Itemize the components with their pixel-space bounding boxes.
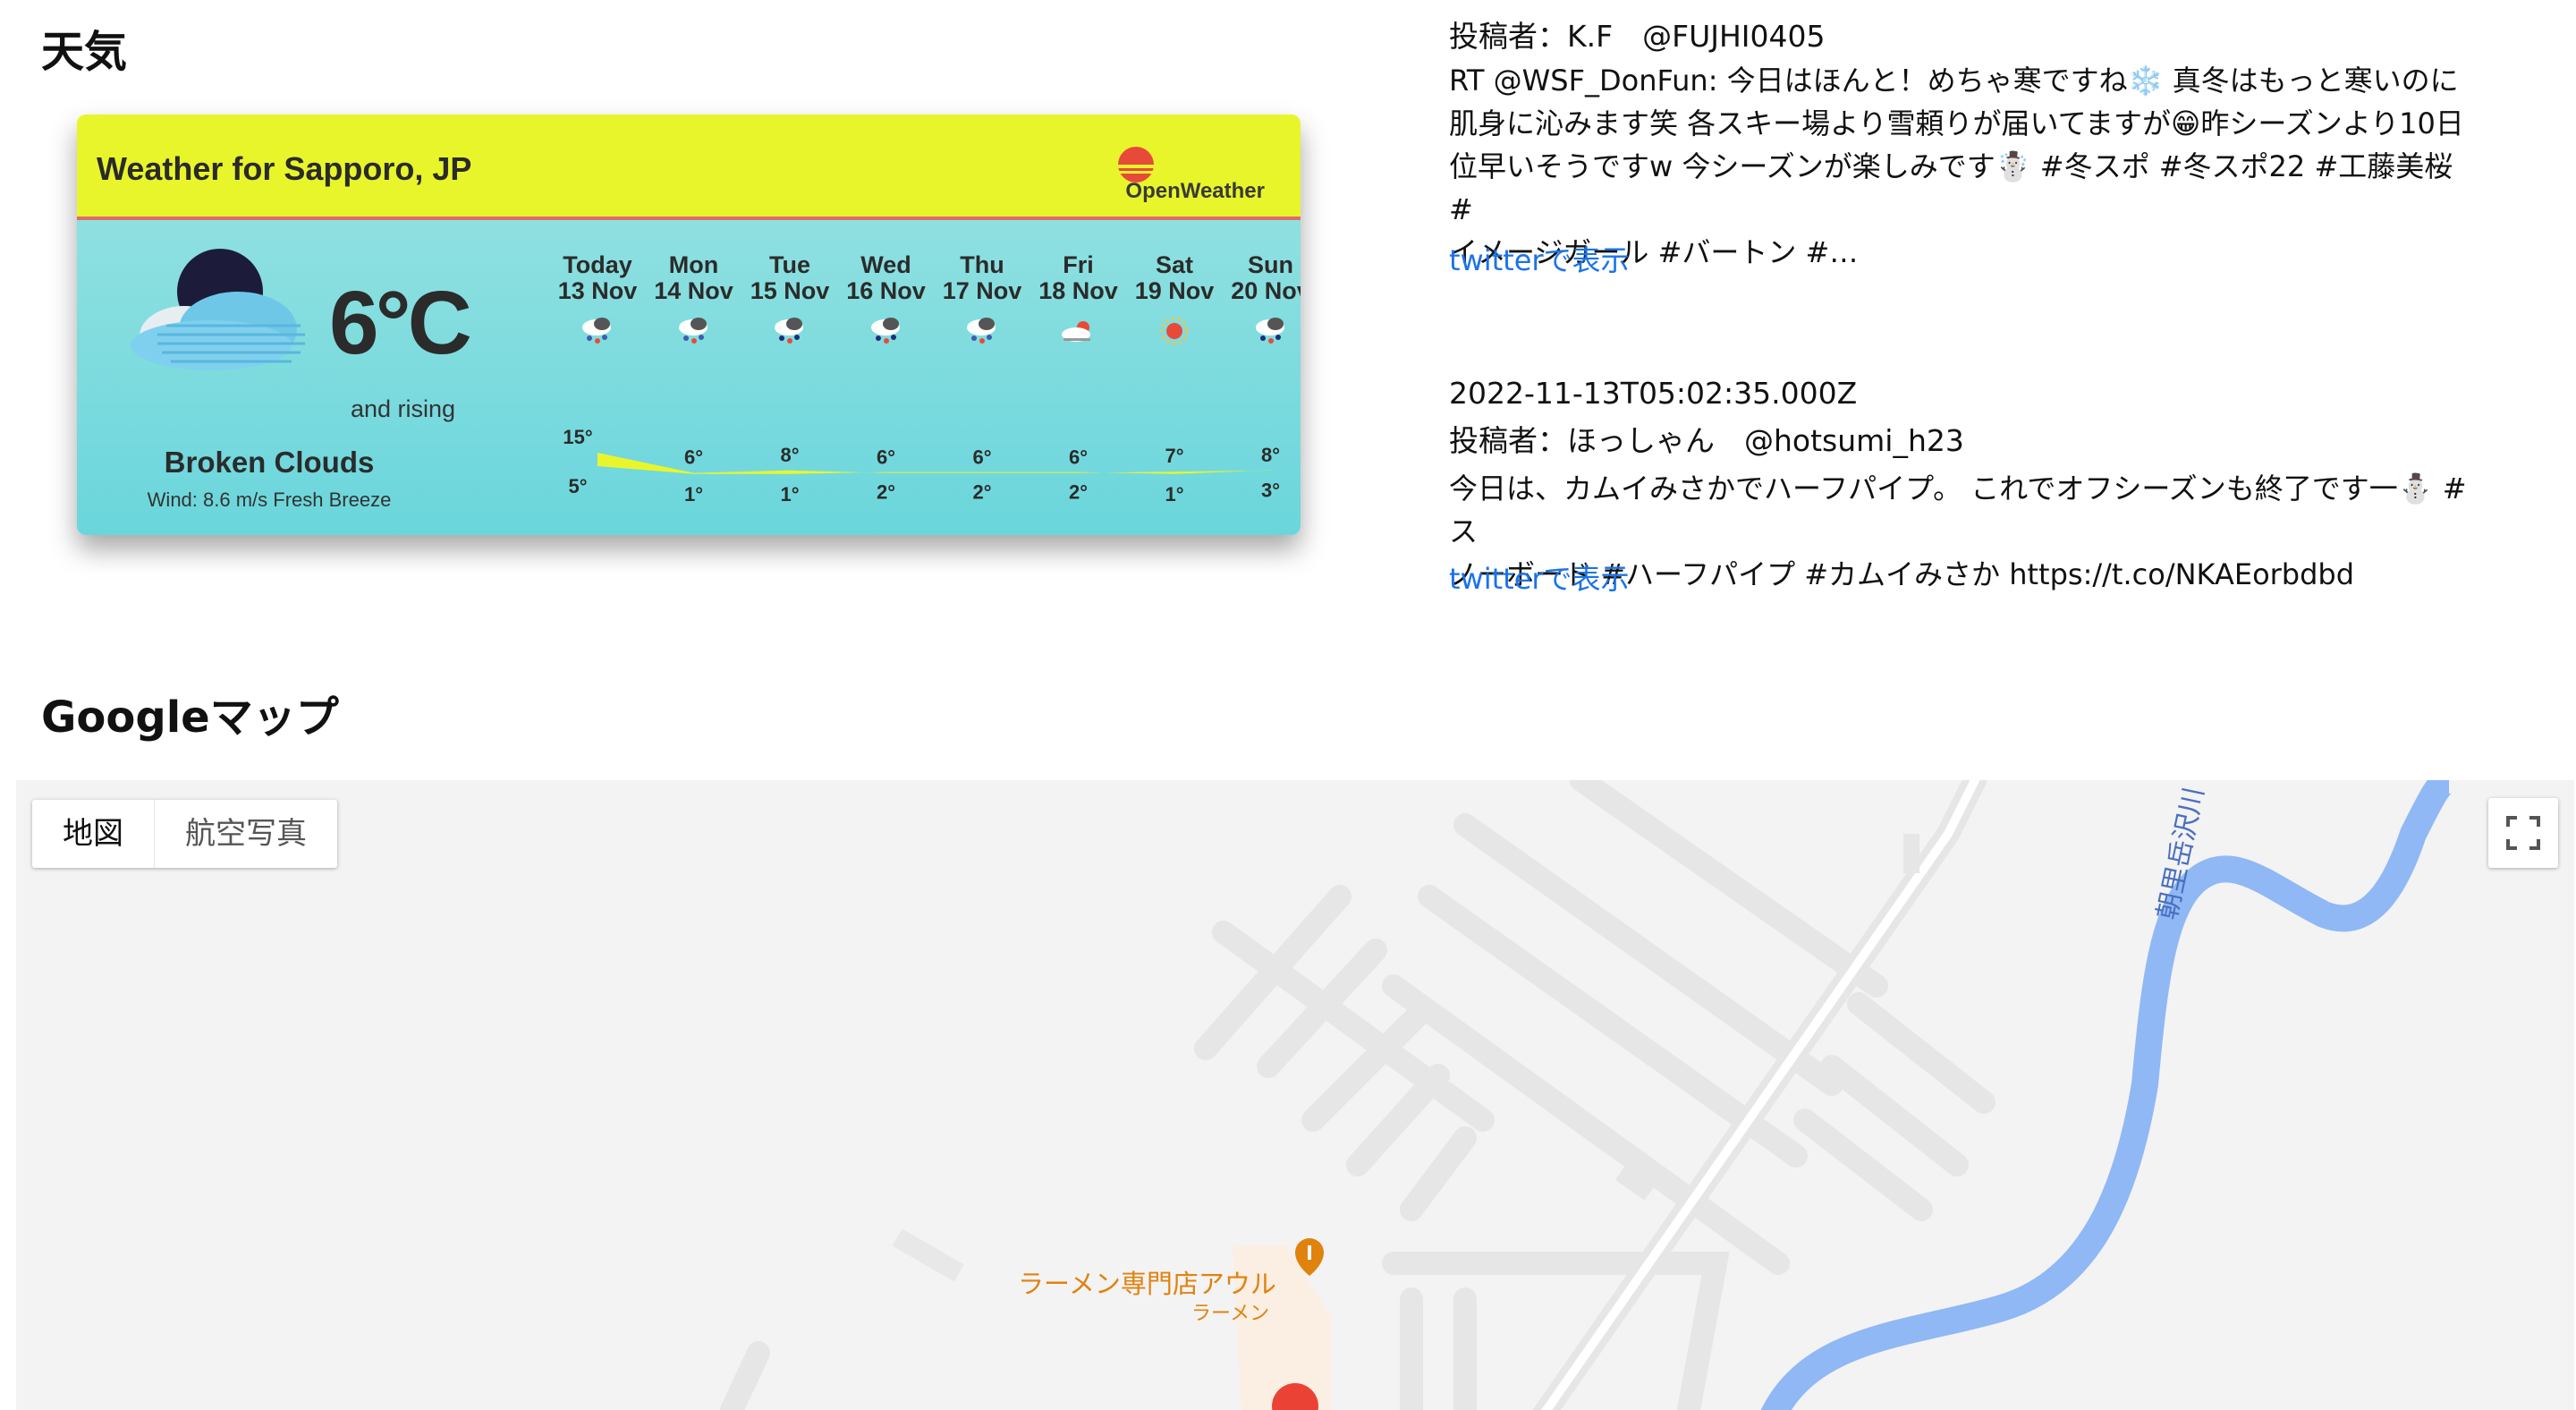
forecast-day: Sun20 Nov xyxy=(1222,252,1301,304)
snow-cloud-icon xyxy=(582,318,611,344)
forecast-day-name: Sat xyxy=(1155,251,1194,278)
forecast-day: Tue 15 Nov xyxy=(741,252,839,304)
forecast-low-temp: 2° xyxy=(972,481,991,504)
forecast-day-date: 20 Nov xyxy=(1231,277,1301,304)
forecast-day-name: Mon xyxy=(668,251,719,278)
forecast-day-name: Wed xyxy=(860,251,911,278)
forecast-low-temp: 5° xyxy=(568,475,587,497)
forecast-day: Today 13 Nov xyxy=(548,252,647,304)
forecast-day-date: 14 Nov xyxy=(654,277,733,304)
forecast-day-name: Fri xyxy=(1063,251,1094,278)
tweet-line: 位早いそうですw 今シーズンが楽しみです☃️ #冬スポ #冬スポ22 #工藤美桜… xyxy=(1449,149,2453,226)
forecast-day-date: 15 Nov xyxy=(750,277,830,304)
satellite-view-button[interactable]: 航空写真 xyxy=(154,800,337,868)
forecast-day-name: Sun xyxy=(1248,251,1293,278)
forecast-day-date: 16 Nov xyxy=(846,277,926,304)
view-on-twitter-link[interactable]: twitterで表示 xyxy=(1449,556,1630,598)
poi-name[interactable]: ラーメン専門店アウル xyxy=(1018,1263,1276,1301)
forecast-day: Wed 16 Nov xyxy=(837,252,936,304)
tweet-author: 投稿者：ほっしゃん @hotsumi_h23 xyxy=(1449,423,1964,458)
forecast-day-date: 19 Nov xyxy=(1134,277,1215,304)
forecast-day: Sat 19 Nov xyxy=(1125,252,1224,304)
rain-cloud-icon xyxy=(870,318,900,344)
weather-widget: Weather for Sapporo, JP OpenWeather 6°C … xyxy=(77,115,1301,535)
map-roads xyxy=(720,780,1996,1410)
forecast-low-temp: 1° xyxy=(684,483,703,505)
weather-section-title: 天気 xyxy=(41,27,128,77)
forecast-day: Fri 18 Nov xyxy=(1030,252,1128,304)
sun-icon xyxy=(1160,317,1189,345)
forecast-high-temp: 7° xyxy=(1165,445,1183,467)
google-map[interactable]: 地図 航空写真 ラーメン専門店アウル ラーメン 朝里岳沢川 xyxy=(16,780,2574,1410)
forecast-day-date: 18 Nov xyxy=(1038,277,1118,304)
poi-category: ラーメン xyxy=(1191,1303,1270,1325)
forecast-high-temp: 15° xyxy=(563,426,592,448)
maps-section-title: Googleマップ xyxy=(41,692,339,743)
rain-cloud-icon xyxy=(775,318,803,344)
snow-cloud-icon xyxy=(967,318,996,344)
forecast-high-temp: 6° xyxy=(1069,446,1088,469)
map-type-control: 地図 航空写真 xyxy=(32,800,337,868)
forecast-day-name: Tue xyxy=(769,251,810,278)
snow-cloud-icon xyxy=(678,318,708,344)
forecast-day: Thu 17 Nov xyxy=(933,252,1031,304)
map-view-button[interactable]: 地図 xyxy=(32,800,154,868)
forecast-low-temp: 1° xyxy=(780,483,799,505)
forecast-high-temp: 6° xyxy=(877,446,895,469)
forecast-low-temp: 3° xyxy=(1261,479,1280,501)
forecast-low-temp: 1° xyxy=(1165,483,1183,505)
forecast-high-temp: 8° xyxy=(780,444,799,466)
forecast-high-temp: 6° xyxy=(972,446,991,469)
forecast-day-name: Thu xyxy=(960,251,1004,278)
forecast-day-name: Today xyxy=(563,251,632,278)
forecast-day: Mon 14 Nov xyxy=(645,252,743,304)
fullscreen-button[interactable] xyxy=(2488,798,2558,868)
tweet-line: 肌身に沁みます笑 各スキー場より雪頼りが届いてますが😁昨シーズンより10日 xyxy=(1449,106,2464,140)
forecast-high-temp: 6° xyxy=(684,446,703,469)
fullscreen-icon xyxy=(2506,816,2540,850)
tweet-timestamp: 2022-11-13T05:02:35.000Z xyxy=(1449,376,1858,411)
forecast-high-temp: 8° xyxy=(1261,444,1280,466)
rain-cloud-icon xyxy=(1255,318,1284,344)
view-on-twitter-link[interactable]: twitterで表示 xyxy=(1449,238,1630,279)
tweet-author: 投稿者：K.F @FUJHI0405 xyxy=(1449,19,1826,54)
forecast-day-date: 13 Nov xyxy=(557,277,638,304)
forecast-low-temp: 2° xyxy=(1069,481,1088,504)
forecast-day-date: 17 Nov xyxy=(942,277,1022,304)
tweet-line: 今日は、カムイみさかでハーフパイプ。 これでオフシーズンも終了です一⛄️ #ス xyxy=(1449,471,2467,548)
cloudy-sun-icon xyxy=(1061,321,1090,342)
forecast-low-temp: 2° xyxy=(877,481,895,504)
tweet-line: RT @WSF_DonFun: 今日はほんと！めちゃ寒ですね❄️ 真冬はもっと寒… xyxy=(1449,64,2459,98)
